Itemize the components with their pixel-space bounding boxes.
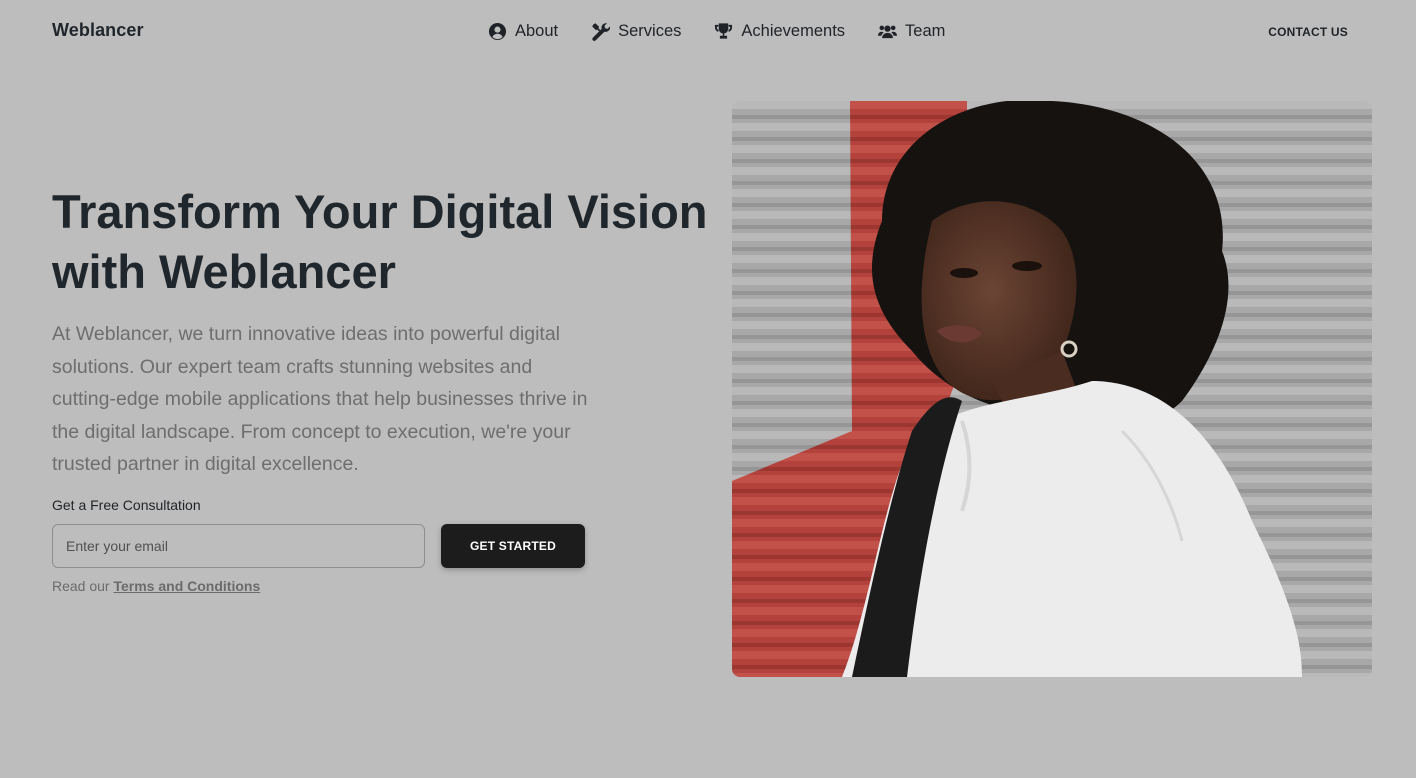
main-nav: About Services Achievements Team [488, 20, 945, 42]
tools-icon [591, 22, 611, 41]
nav-item-achievements[interactable]: Achievements [714, 20, 845, 42]
hero-image [732, 101, 1372, 677]
users-icon [878, 22, 898, 41]
get-started-button[interactable]: GET STARTED [441, 524, 585, 568]
brand-logo[interactable]: Weblancer [52, 20, 144, 41]
terms-prefix: Read our [52, 578, 110, 594]
nav-label-services: Services [618, 22, 682, 40]
nav-item-services[interactable]: Services [591, 20, 681, 42]
trophy-icon [714, 22, 733, 41]
nav-label-achievements: Achievements [741, 22, 846, 40]
terms-notice: Read our Terms and Conditions [52, 578, 260, 594]
user-circle-icon [488, 22, 507, 41]
portrait-photo [732, 101, 1372, 677]
nav-item-team[interactable]: Team [878, 20, 945, 42]
page: Weblancer About Services Achievements Te… [0, 0, 1416, 778]
site-header: Weblancer About Services Achievements Te… [0, 0, 1416, 62]
nav-label-team: Team [905, 22, 946, 40]
nav-item-about[interactable]: About [488, 20, 558, 42]
contact-us-link[interactable]: CONTACT US [1268, 25, 1348, 39]
hero-description: At Weblancer, we turn innovative ideas i… [52, 323, 588, 475]
terms-link[interactable]: Terms and Conditions [113, 578, 260, 594]
email-input[interactable] [52, 524, 425, 568]
consultation-label: Get a Free Consultation [52, 497, 201, 513]
hero-title: Transform Your Digital Vision with Webla… [52, 185, 708, 298]
nav-label-about: About [515, 22, 559, 40]
